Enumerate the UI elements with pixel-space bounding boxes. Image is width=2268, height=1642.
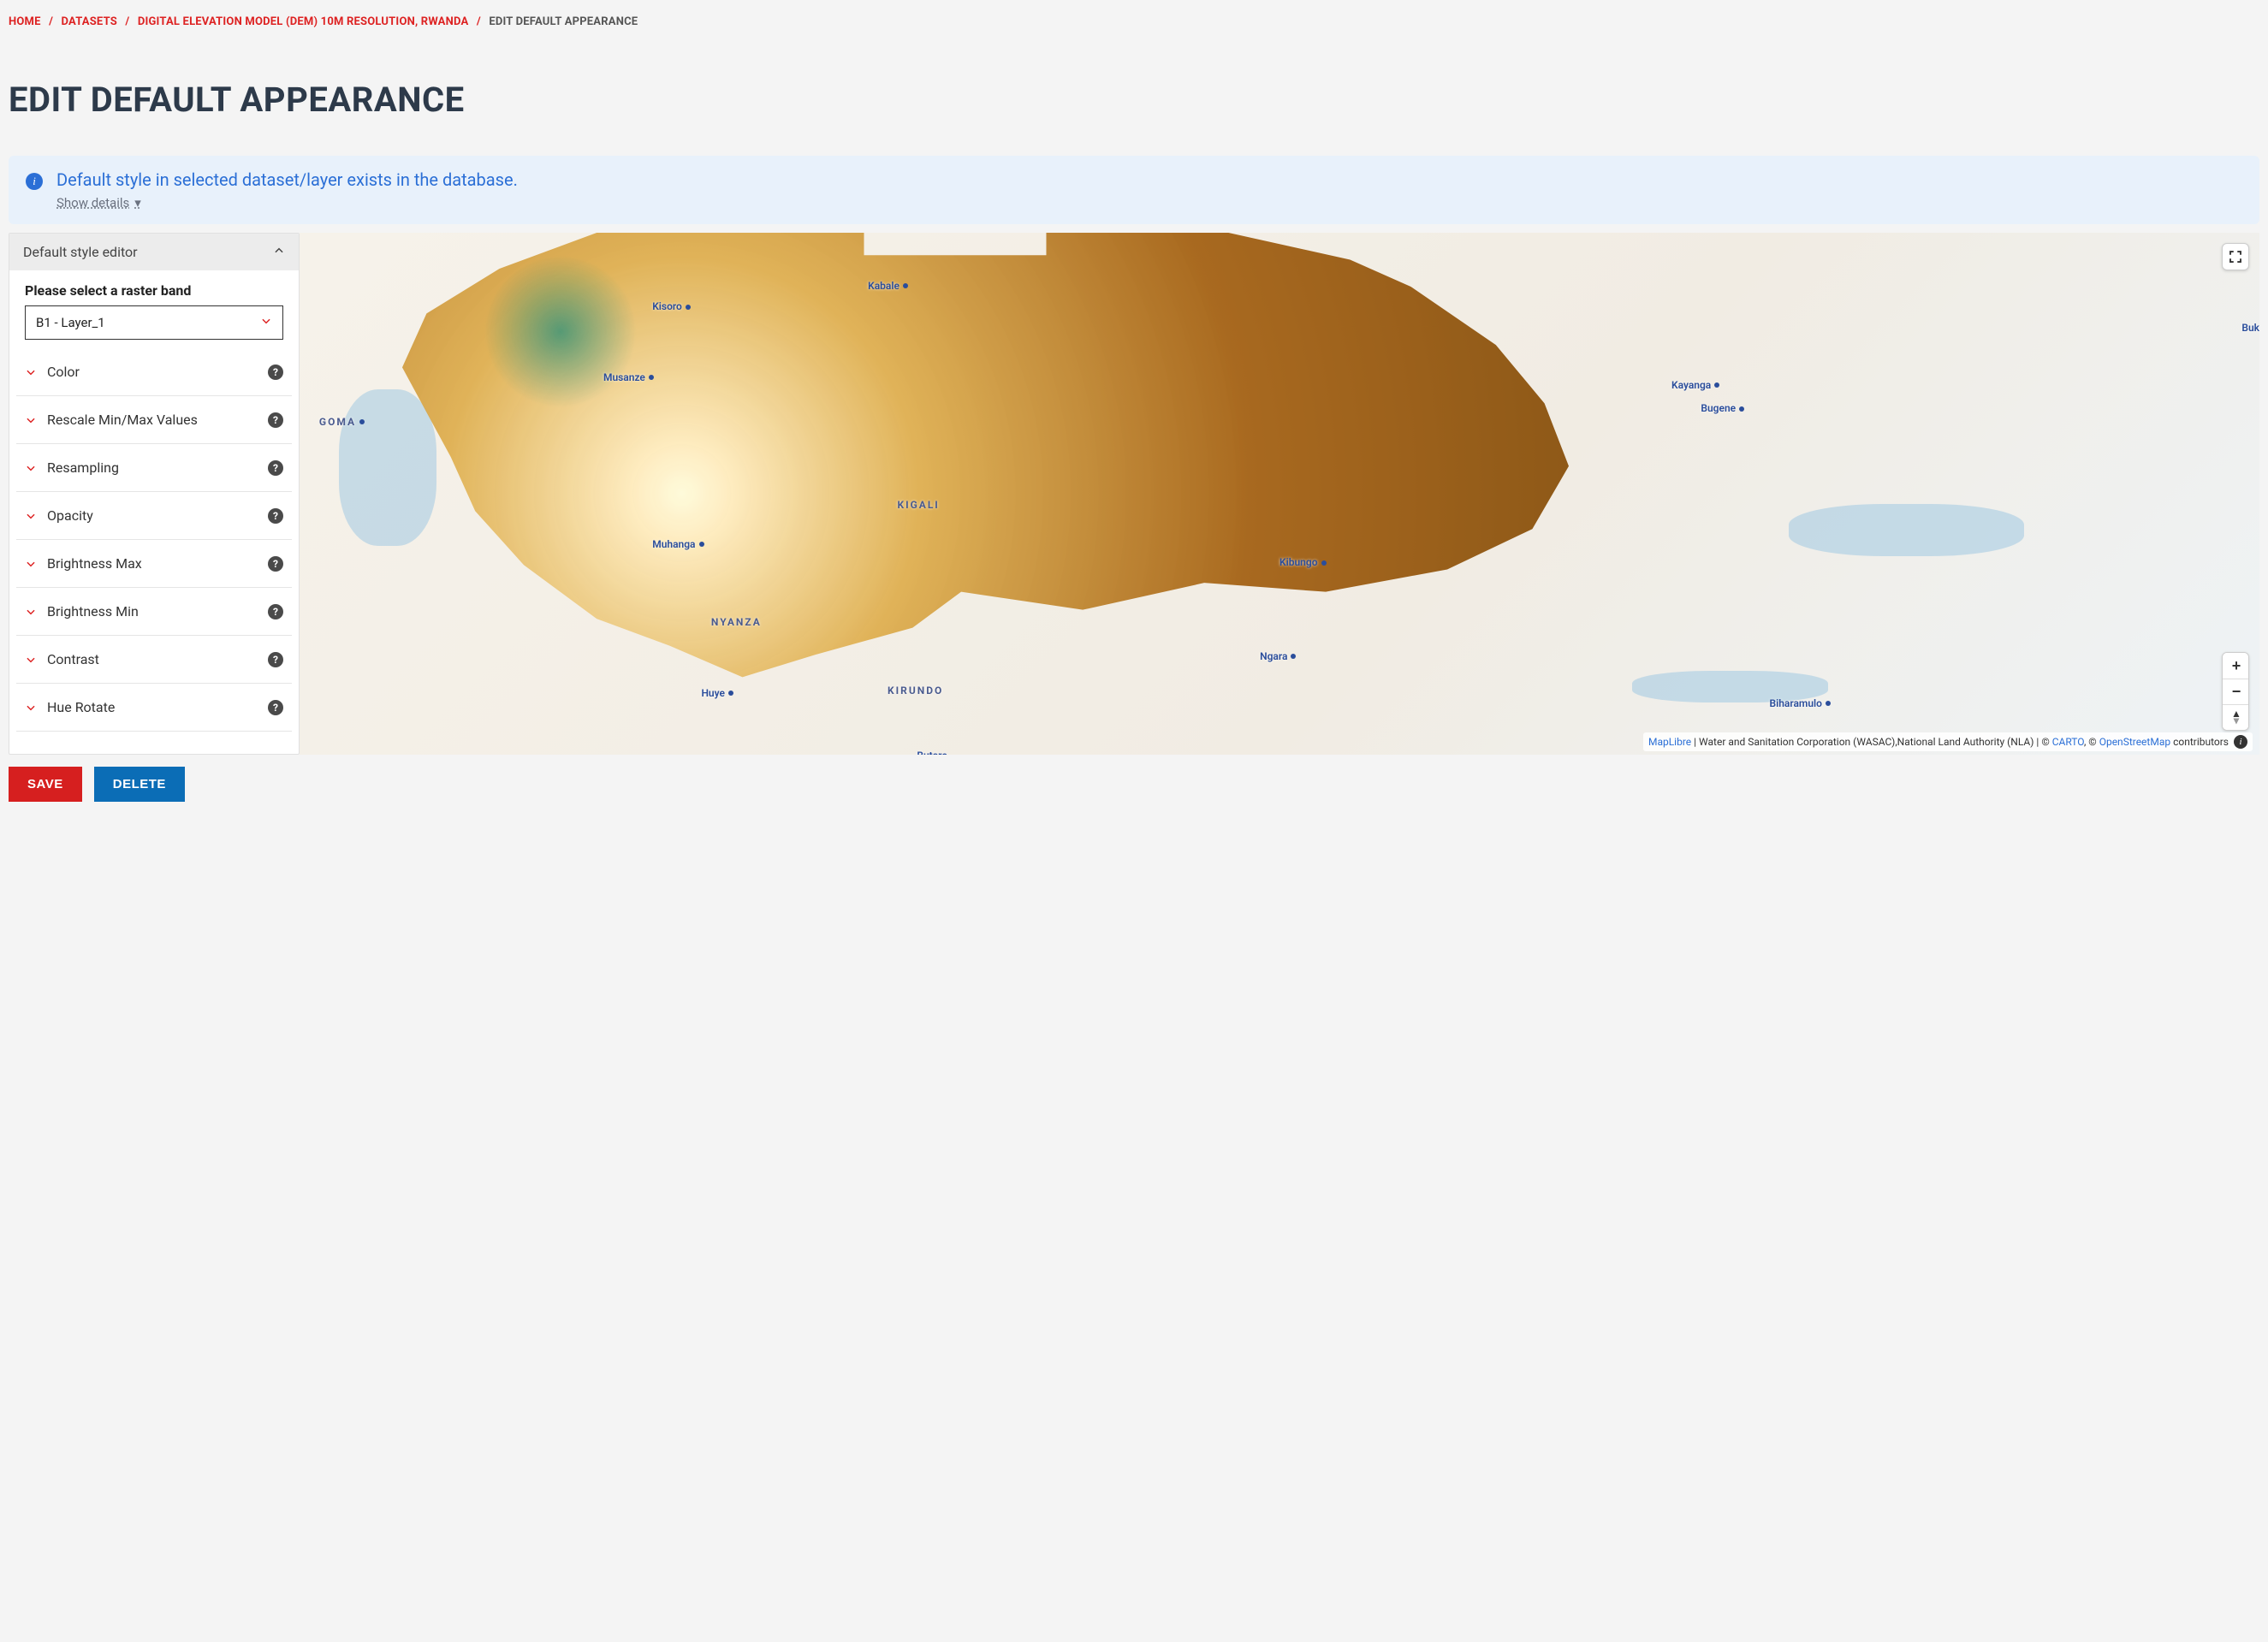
caret-down-icon: ▾ xyxy=(134,195,141,210)
water-shape xyxy=(1789,504,2024,556)
elevation-overlay xyxy=(378,233,1594,682)
delete-button[interactable]: DELETE xyxy=(94,767,185,802)
chevron-down-icon xyxy=(260,315,272,330)
style-editor-panel: Default style editor Please select a ras… xyxy=(9,233,300,755)
section-label: Rescale Min/Max Values xyxy=(47,412,198,428)
map-attribution: MapLibre | Water and Sanitation Corporat… xyxy=(1643,732,2253,751)
breadcrumb-home[interactable]: HOME xyxy=(9,15,41,28)
map-label-kigali: KIGALI xyxy=(897,499,939,511)
notice-banner: i Default style in selected dataset/laye… xyxy=(9,156,2259,224)
notice-message: Default style in selected dataset/layer … xyxy=(56,169,518,190)
help-icon[interactable]: ? xyxy=(268,412,283,428)
map-canvas[interactable]: Kisoro Kabale Musanze GOMA Kayanga Bugen… xyxy=(300,233,2259,755)
map-label-kabale: Kabale xyxy=(868,280,911,292)
chevron-down-icon xyxy=(25,702,37,714)
breadcrumb-dataset[interactable]: DIGITAL ELEVATION MODEL (DEM) 10M RESOLU… xyxy=(138,15,469,28)
attrib-carto[interactable]: CARTO xyxy=(2052,736,2084,748)
section-color[interactable]: Color ? xyxy=(16,348,292,396)
save-button[interactable]: SAVE xyxy=(9,767,82,802)
zoom-controls: + − ▲ ▲ xyxy=(2222,652,2249,731)
attribution-info-icon[interactable]: i xyxy=(2234,735,2247,749)
chevron-down-icon xyxy=(25,366,37,378)
map-label-goma: GOMA xyxy=(319,416,368,428)
map-label-bugene: Bugene xyxy=(1701,402,1748,414)
section-label: Contrast xyxy=(47,651,99,667)
section-label: Brightness Min xyxy=(47,603,139,619)
help-icon[interactable]: ? xyxy=(268,700,283,715)
breadcrumb-datasets[interactable]: DATASETS xyxy=(62,15,117,28)
section-brightness-max[interactable]: Brightness Max ? xyxy=(16,540,292,588)
help-icon[interactable]: ? xyxy=(268,604,283,619)
map-label-muhanga: Muhanga xyxy=(652,538,707,550)
breadcrumb-sep: / xyxy=(477,15,481,28)
page-title: EDIT DEFAULT APPEARANCE xyxy=(9,80,2259,120)
compass-icon-bottom: ▲ xyxy=(2231,718,2241,725)
map-label-musanze: Musanze xyxy=(603,371,657,383)
attrib-sep: | xyxy=(1691,736,1699,748)
editor-sections: Color ? Rescale Min/Max Values ? xyxy=(9,348,299,732)
section-contrast[interactable]: Contrast ? xyxy=(16,636,292,684)
panel-header[interactable]: Default style editor xyxy=(9,234,299,270)
attrib-tail: contributors xyxy=(2170,736,2229,748)
map-label-butare: Butare xyxy=(917,750,947,755)
section-label: Color xyxy=(47,364,80,380)
breadcrumb: HOME / DATASETS / DIGITAL ELEVATION MODE… xyxy=(9,15,2259,28)
map-label-buk: Buk xyxy=(2241,322,2259,334)
panel-title: Default style editor xyxy=(23,244,138,260)
attrib-osm[interactable]: OpenStreetMap xyxy=(2099,736,2170,748)
water-shape xyxy=(339,389,437,546)
attrib-maplibre[interactable]: MapLibre xyxy=(1648,736,1691,748)
map-label-kirundo: KIRUNDO xyxy=(888,685,943,697)
section-label: Brightness Max xyxy=(47,555,142,572)
reset-bearing-button[interactable]: ▲ ▲ xyxy=(2223,704,2249,730)
chevron-down-icon xyxy=(25,558,37,570)
chevron-down-icon xyxy=(25,510,37,522)
zoom-out-button[interactable]: − xyxy=(2223,679,2249,704)
zoom-in-button[interactable]: + xyxy=(2223,653,2249,679)
chevron-down-icon xyxy=(25,414,37,426)
help-icon[interactable]: ? xyxy=(268,460,283,476)
chevron-down-icon xyxy=(25,606,37,618)
band-selected-value: B1 - Layer_1 xyxy=(36,315,105,330)
footer-actions: SAVE DELETE xyxy=(0,755,2268,817)
help-icon[interactable]: ? xyxy=(268,365,283,380)
help-icon[interactable]: ? xyxy=(268,556,283,572)
band-select[interactable]: B1 - Layer_1 xyxy=(25,305,283,340)
map-label-ngara: Ngara xyxy=(1260,650,1299,662)
section-rescale[interactable]: Rescale Min/Max Values ? xyxy=(16,396,292,444)
section-hue-rotate[interactable]: Hue Rotate ? xyxy=(16,684,292,732)
chevron-up-icon xyxy=(273,244,285,260)
map-label-nyanza: NYANZA xyxy=(711,616,762,628)
section-label: Hue Rotate xyxy=(47,699,115,715)
help-icon[interactable]: ? xyxy=(268,508,283,524)
show-details-toggle[interactable]: Show details ▾ xyxy=(56,195,141,210)
map-label-kayanga: Kayanga xyxy=(1671,379,1723,391)
chevron-down-icon xyxy=(25,654,37,666)
map-label-huye: Huye xyxy=(701,687,737,699)
section-brightness-min[interactable]: Brightness Min ? xyxy=(16,588,292,636)
info-icon: i xyxy=(26,173,43,190)
chevron-down-icon xyxy=(25,462,37,474)
map-label-biharamulo: Biharamulo xyxy=(1770,697,1834,709)
fullscreen-button[interactable] xyxy=(2222,243,2249,270)
breadcrumb-sep: / xyxy=(125,15,129,28)
map-label-kibungo: Kibungo xyxy=(1279,556,1330,568)
attrib-sep: , © xyxy=(2084,736,2099,748)
show-details-label: Show details xyxy=(56,195,129,210)
help-icon[interactable]: ? xyxy=(268,652,283,667)
section-resampling[interactable]: Resampling ? xyxy=(16,444,292,492)
breadcrumb-current: EDIT DEFAULT APPEARANCE xyxy=(489,15,638,28)
attrib-sep: | © xyxy=(2033,736,2051,748)
map-label-kisoro: Kisoro xyxy=(652,300,694,312)
attrib-wasac: Water and Sanitation Corporation (WASAC)… xyxy=(1699,736,2033,748)
breadcrumb-sep: / xyxy=(49,15,53,28)
section-opacity[interactable]: Opacity ? xyxy=(16,492,292,540)
section-label: Resampling xyxy=(47,459,119,476)
band-prompt: Please select a raster band xyxy=(25,282,283,299)
section-label: Opacity xyxy=(47,507,93,524)
